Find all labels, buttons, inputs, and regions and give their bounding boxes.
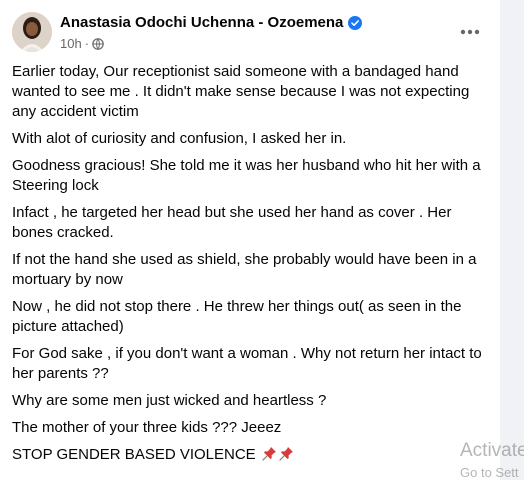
globe-icon (92, 37, 104, 50)
post-time[interactable]: 10h (60, 36, 82, 51)
post-last-paragraph: STOP GENDER BASED VIOLENCE (12, 445, 492, 465)
pushpin-icon (279, 446, 294, 461)
post-paragraph: Why are some men just wicked and heartle… (12, 392, 327, 409)
more-options-icon[interactable] (456, 18, 484, 46)
post-card: Anastasia Odochi Uchenna - Ozoemena 10h … (0, 0, 500, 480)
post-paragraph: Now , he did not stop there . He threw h… (12, 298, 462, 335)
post-paragraph: The mother of your three kids ??? Jeeez (12, 419, 282, 436)
post-paragraph: For God sake , if you don't want a woman… (12, 345, 482, 382)
post-paragraph: With alot of curiosity and confusion, I … (12, 130, 347, 147)
post-paragraph: Goodness gracious! She told me it was he… (12, 157, 481, 194)
post-header: Anastasia Odochi Uchenna - Ozoemena 10h … (12, 12, 492, 56)
windows-activation-watermark-sub: Go to Sett (460, 465, 519, 480)
post-body: Earlier today, Our receptionist said som… (12, 62, 492, 472)
post-paragraph: Infact , he targeted her head but she us… (12, 204, 452, 241)
windows-activation-watermark: Activate (460, 440, 524, 461)
post-paragraph: If not the hand she used as shield, she … (12, 251, 477, 288)
author-name[interactable]: Anastasia Odochi Uchenna - Ozoemena (60, 14, 343, 31)
post-meta: 10h · (60, 36, 104, 51)
post-paragraph: Earlier today, Our receptionist said som… (12, 63, 470, 120)
post-paragraph: STOP GENDER BASED VIOLENCE (12, 446, 256, 463)
author-avatar[interactable] (12, 12, 52, 52)
pushpin-icon (262, 446, 277, 461)
verified-badge-icon (348, 15, 363, 30)
meta-separator: · (84, 36, 90, 51)
author-name-row: Anastasia Odochi Uchenna - Ozoemena (60, 14, 363, 31)
